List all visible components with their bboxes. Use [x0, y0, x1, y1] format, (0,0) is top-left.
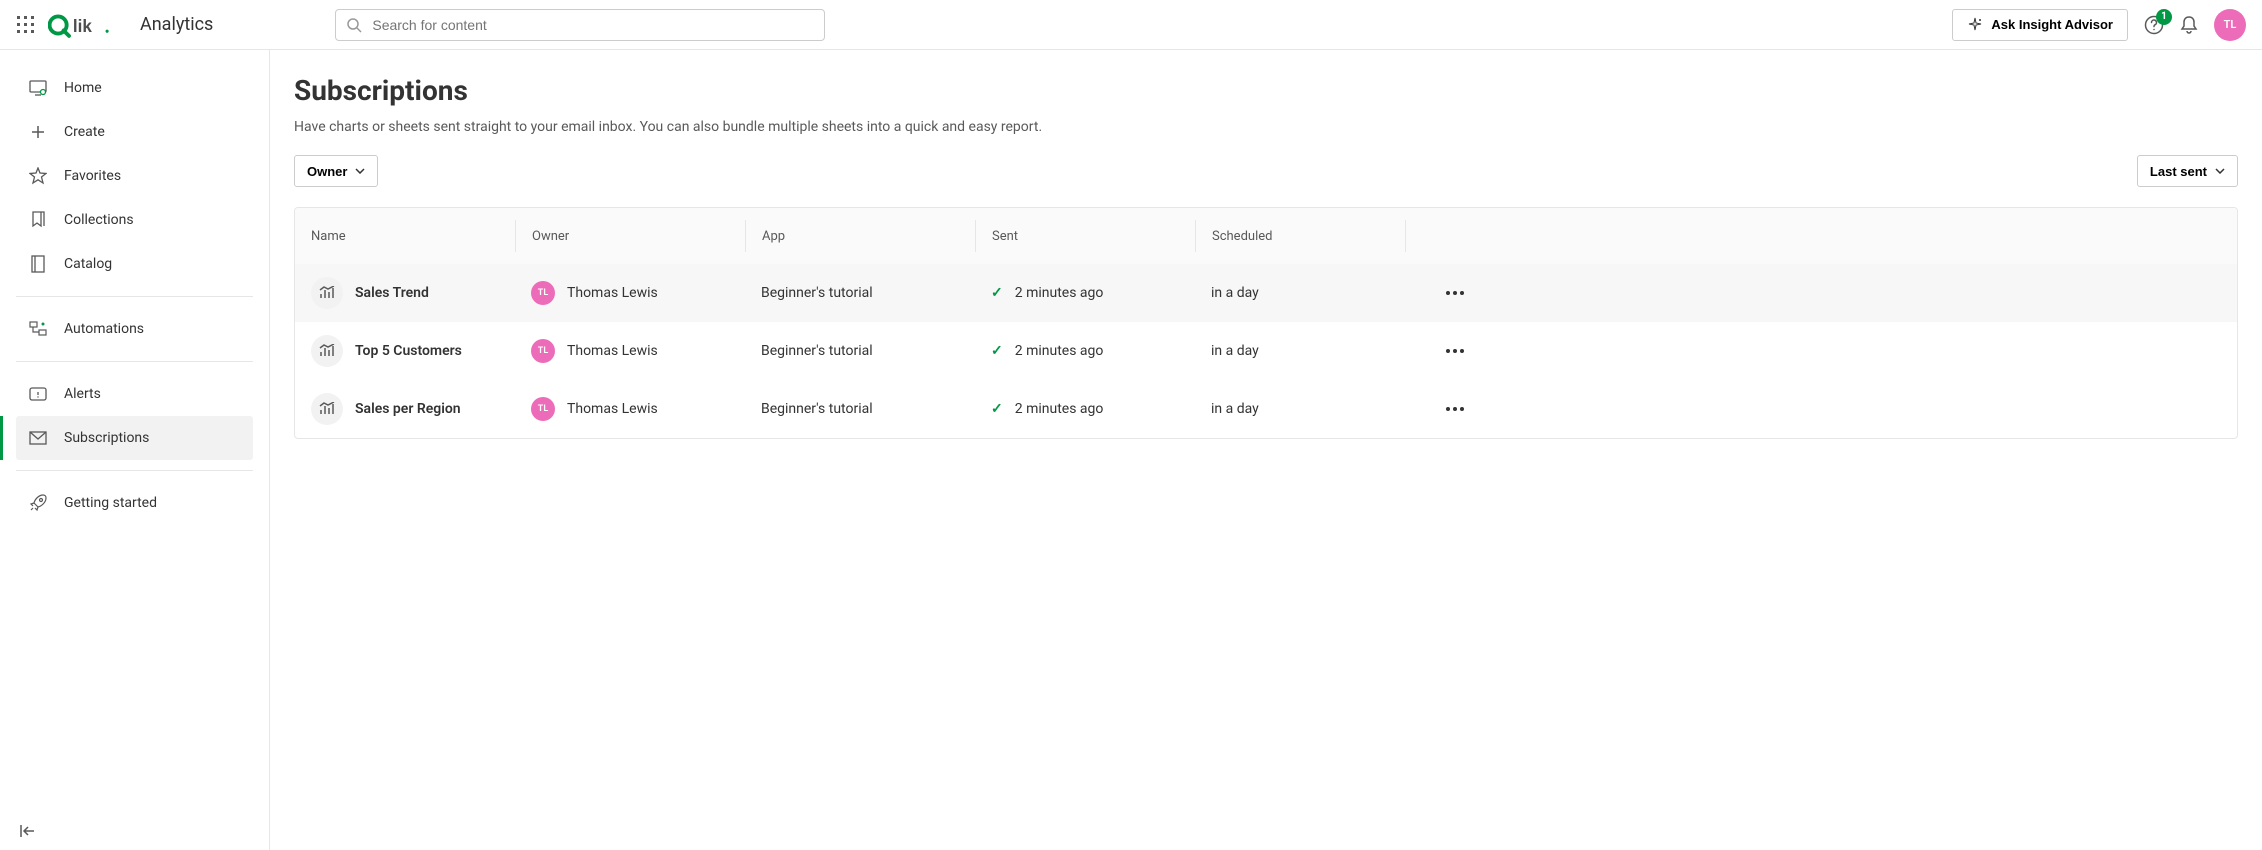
app-header: lik Analytics Ask Insight Advisor 1 TL — [0, 0, 2262, 50]
nav-divider — [16, 296, 253, 297]
nav-divider — [16, 470, 253, 471]
subscriptions-table: Name Owner App Sent Scheduled Sales Tren… — [294, 207, 2238, 439]
scheduled-time: in a day — [1195, 343, 1405, 359]
sidebar-item-automations[interactable]: Automations — [16, 307, 253, 351]
sort-label: Last sent — [2150, 164, 2207, 179]
column-scheduled[interactable]: Scheduled — [1195, 220, 1405, 252]
qlik-logo[interactable]: lik — [48, 12, 118, 38]
help-badge: 1 — [2156, 9, 2172, 25]
page-description: Have charts or sheets sent straight to y… — [294, 119, 2238, 135]
page-title: Subscriptions — [294, 74, 2238, 107]
table-row[interactable]: Top 5 Customers TL Thomas Lewis Beginner… — [295, 322, 2237, 380]
search-input[interactable] — [335, 9, 825, 41]
alert-icon — [28, 386, 48, 402]
owner-name: Thomas Lewis — [567, 285, 658, 301]
main-content: Subscriptions Have charts or sheets sent… — [270, 50, 2262, 850]
sidebar-item-label: Catalog — [64, 256, 112, 272]
column-sent[interactable]: Sent — [975, 220, 1195, 252]
mail-icon — [28, 431, 48, 445]
table-header: Name Owner App Sent Scheduled — [295, 208, 2237, 264]
sidebar-item-alerts[interactable]: Alerts — [16, 372, 253, 416]
filter-label: Owner — [307, 164, 347, 179]
sidebar-item-collections[interactable]: Collections — [16, 198, 253, 242]
help-button[interactable]: 1 — [2144, 15, 2164, 35]
sidebar-item-label: Automations — [64, 321, 144, 337]
app-name-cell: Beginner's tutorial — [745, 343, 975, 359]
sent-time: 2 minutes ago — [1015, 343, 1104, 359]
sidebar-item-getting-started[interactable]: Getting started — [16, 481, 253, 525]
owner-name: Thomas Lewis — [567, 343, 658, 359]
sidebar-item-label: Home — [64, 80, 102, 96]
owner-avatar: TL — [531, 339, 555, 363]
chevron-down-icon — [2215, 168, 2225, 174]
column-owner[interactable]: Owner — [515, 220, 745, 252]
svg-text:lik: lik — [73, 17, 93, 36]
owner-avatar: TL — [531, 281, 555, 305]
sidebar-item-label: Subscriptions — [64, 430, 149, 446]
sidebar-item-label: Getting started — [64, 495, 157, 511]
plus-icon — [28, 124, 48, 140]
catalog-icon — [28, 255, 48, 273]
chart-icon — [311, 277, 343, 309]
collapse-sidebar-button[interactable] — [20, 824, 38, 838]
column-name[interactable]: Name — [295, 220, 515, 252]
insight-label: Ask Insight Advisor — [1991, 17, 2113, 32]
automation-icon — [28, 321, 48, 337]
sidebar: Home Create Favorites Collections Catalo… — [0, 50, 270, 850]
sidebar-item-label: Alerts — [64, 386, 101, 402]
check-icon: ✓ — [991, 343, 1003, 359]
table-row[interactable]: Sales per Region TL Thomas Lewis Beginne… — [295, 380, 2237, 438]
column-app[interactable]: App — [745, 220, 975, 252]
sparkle-icon — [1967, 17, 1983, 33]
user-avatar[interactable]: TL — [2214, 9, 2246, 41]
chevron-down-icon — [355, 168, 365, 174]
star-icon — [28, 167, 48, 185]
sidebar-item-home[interactable]: Home — [16, 66, 253, 110]
row-more-button[interactable] — [1421, 291, 1489, 295]
search-field[interactable] — [372, 17, 814, 33]
subscription-name: Sales per Region — [355, 401, 461, 417]
scheduled-time: in a day — [1195, 285, 1405, 301]
sidebar-item-catalog[interactable]: Catalog — [16, 242, 253, 286]
table-row[interactable]: Sales Trend TL Thomas Lewis Beginner's t… — [295, 264, 2237, 322]
check-icon: ✓ — [991, 401, 1003, 417]
sort-button[interactable]: Last sent — [2137, 155, 2238, 187]
sent-time: 2 minutes ago — [1015, 401, 1104, 417]
chart-icon — [311, 393, 343, 425]
nav-divider — [16, 361, 253, 362]
subscription-name: Top 5 Customers — [355, 343, 462, 359]
app-launcher-icon[interactable] — [16, 15, 36, 35]
sidebar-item-label: Collections — [64, 212, 134, 228]
check-icon: ✓ — [991, 285, 1003, 301]
sidebar-item-subscriptions[interactable]: Subscriptions — [16, 416, 253, 460]
app-name-cell: Beginner's tutorial — [745, 285, 975, 301]
monitor-icon — [28, 80, 48, 96]
scheduled-time: in a day — [1195, 401, 1405, 417]
owner-name: Thomas Lewis — [567, 401, 658, 417]
app-name-cell: Beginner's tutorial — [745, 401, 975, 417]
bookmark-icon — [28, 211, 48, 229]
row-more-button[interactable] — [1421, 407, 1489, 411]
ask-insight-advisor-button[interactable]: Ask Insight Advisor — [1952, 9, 2128, 41]
app-name: Analytics — [140, 14, 213, 35]
sidebar-item-label: Favorites — [64, 168, 121, 184]
owner-avatar: TL — [531, 397, 555, 421]
chart-icon — [311, 335, 343, 367]
sent-time: 2 minutes ago — [1015, 285, 1104, 301]
notifications-button[interactable] — [2180, 15, 2198, 35]
search-icon — [346, 17, 362, 33]
rocket-icon — [28, 494, 48, 512]
sidebar-item-create[interactable]: Create — [16, 110, 253, 154]
subscription-name: Sales Trend — [355, 285, 429, 301]
row-more-button[interactable] — [1421, 349, 1489, 353]
sidebar-item-favorites[interactable]: Favorites — [16, 154, 253, 198]
owner-filter-button[interactable]: Owner — [294, 155, 378, 187]
sidebar-item-label: Create — [64, 124, 105, 140]
